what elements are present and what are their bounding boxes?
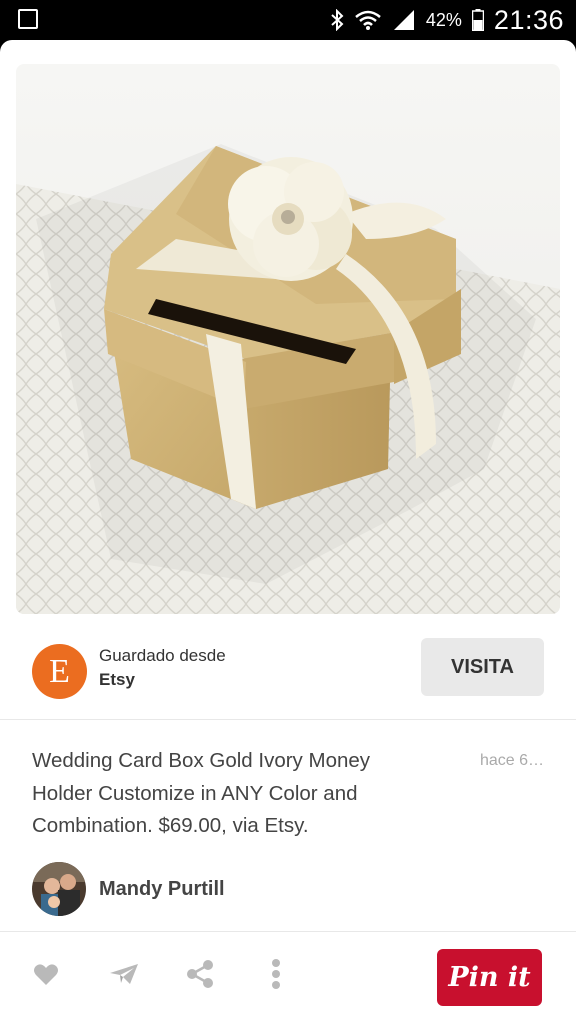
visit-button[interactable]: VISITA xyxy=(421,638,544,696)
signal-icon xyxy=(393,10,414,30)
source-site-name[interactable]: Etsy xyxy=(99,670,135,690)
battery-percent: 42% xyxy=(425,9,462,30)
pin-it-button[interactable]: Pin it xyxy=(437,949,542,1006)
share-icon[interactable] xyxy=(180,954,220,994)
status-bar: 42% 21:36 xyxy=(0,0,576,40)
time-ago: hace 6… xyxy=(479,752,544,769)
gallery-notification-icon xyxy=(18,9,38,29)
saved-from-label: Guardado desde xyxy=(99,646,226,665)
send-icon[interactable] xyxy=(104,954,144,994)
wifi-icon xyxy=(355,10,381,30)
pin-card: E Guardado desde Etsy VISITA Wedding Car… xyxy=(0,40,576,1024)
battery-icon xyxy=(471,9,484,31)
pin-description: Wedding Card Box Gold Ivory Money Holder… xyxy=(32,749,371,837)
avatar[interactable] xyxy=(32,862,86,916)
action-toolbar: Pin it xyxy=(0,932,576,1024)
heart-icon[interactable] xyxy=(26,954,66,994)
more-icon[interactable] xyxy=(256,954,296,994)
pin-source: E Guardado desde Etsy VISITA xyxy=(0,632,576,722)
pin-image[interactable] xyxy=(16,64,560,614)
etsy-logo[interactable]: E xyxy=(32,644,87,699)
clock: 21:36 xyxy=(493,4,564,35)
pinner-name[interactable]: Mandy Purtill xyxy=(99,878,225,901)
divider xyxy=(0,719,576,720)
bluetooth-icon xyxy=(331,9,344,31)
